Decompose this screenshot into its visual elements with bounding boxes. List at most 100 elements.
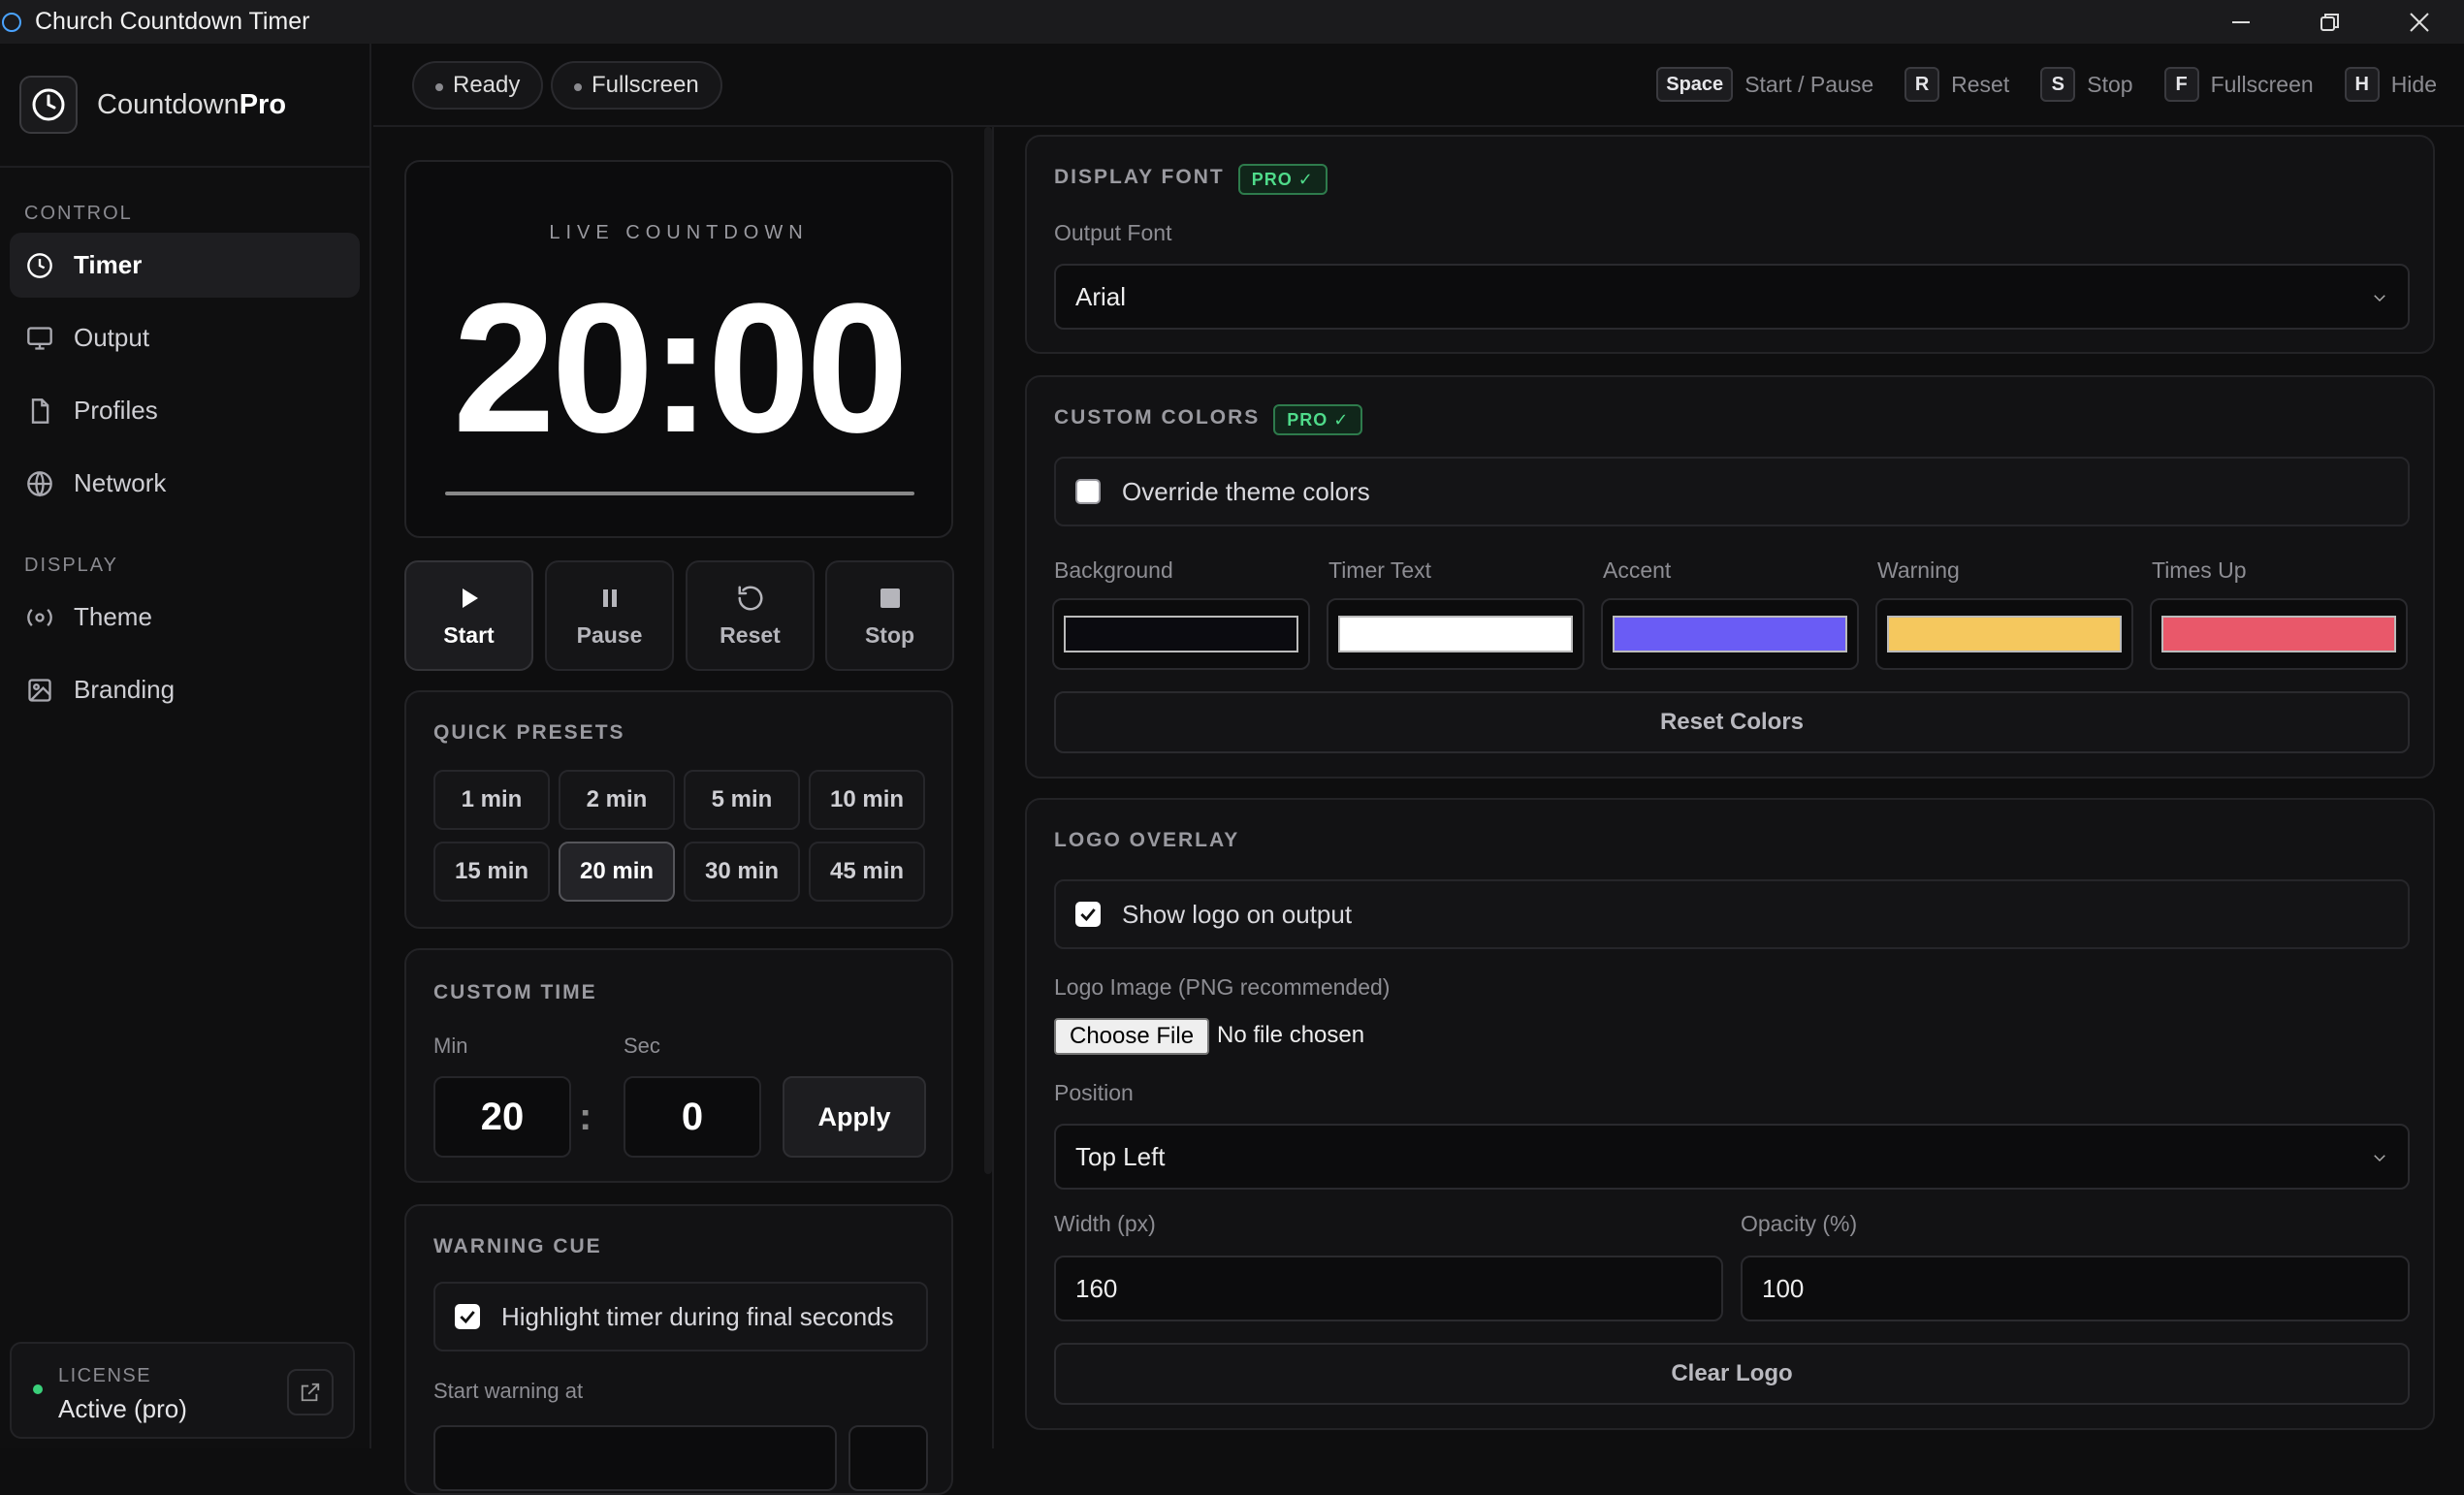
- pro-badge: PRO ✓: [1273, 404, 1363, 435]
- shortcut-key-space: Space: [1656, 67, 1734, 102]
- sidebar-item-label: Profiles: [74, 396, 158, 425]
- title-bar: Church Countdown Timer: [0, 0, 2464, 44]
- checkmark-icon: [1080, 908, 1096, 922]
- sidebar-item-timer[interactable]: Timer: [10, 233, 360, 298]
- times-up-color-picker[interactable]: [2150, 598, 2408, 670]
- sidebar-item-profiles[interactable]: Profiles: [10, 378, 360, 443]
- sidebar-item-label: Branding: [74, 675, 176, 704]
- preset-button[interactable]: 5 min: [684, 770, 800, 830]
- fullscreen-pill[interactable]: Fullscreen: [551, 61, 722, 110]
- license-open-button[interactable]: [287, 1369, 334, 1415]
- left-pane-scrollbar[interactable]: [984, 127, 992, 1174]
- start-warning-unit[interactable]: [848, 1425, 928, 1491]
- minutes-input[interactable]: 20: [433, 1076, 571, 1158]
- start-button[interactable]: Start: [404, 560, 533, 671]
- override-theme-colors-checkbox[interactable]: [1075, 479, 1101, 504]
- opacity-input[interactable]: 100: [1741, 1256, 2410, 1321]
- accent-color-swatch: [1613, 616, 1847, 652]
- show-logo-row[interactable]: Show logo on output: [1054, 879, 2410, 949]
- timer-text-color-picker[interactable]: [1327, 598, 1584, 670]
- show-logo-checkbox[interactable]: [1075, 902, 1101, 927]
- minimize-button[interactable]: [2196, 0, 2286, 44]
- custom-colors-header: CUSTOM COLORS PRO ✓: [1054, 404, 1363, 435]
- accent-color-picker[interactable]: [1601, 598, 1859, 670]
- choose-file-button[interactable]: Choose File: [1054, 1018, 1210, 1055]
- sidebar-item-label: Network: [74, 468, 167, 497]
- brand-name: CountdownPro: [97, 89, 286, 121]
- shortcut-label: Hide: [2390, 71, 2437, 97]
- status-pill: Ready: [412, 61, 544, 110]
- preset-button[interactable]: 2 min: [559, 770, 675, 830]
- preset-button[interactable]: 15 min: [433, 842, 550, 902]
- image-icon: [28, 678, 51, 702]
- minimize-icon: [2232, 20, 2250, 23]
- app-icon: [2, 12, 21, 32]
- preset-button[interactable]: 45 min: [809, 842, 925, 902]
- countdown-progress-bar: [445, 492, 914, 495]
- highlight-final-seconds-row[interactable]: Highlight timer during final seconds: [433, 1282, 928, 1352]
- clear-logo-button[interactable]: Clear Logo: [1054, 1343, 2410, 1405]
- opacity-label: Opacity (%): [1741, 1211, 1858, 1236]
- reset-button[interactable]: Reset: [686, 560, 815, 671]
- custom-time-card: CUSTOM TIME Min Sec 20 : 0 Apply: [404, 948, 953, 1183]
- quick-presets-card: QUICK PRESETS 1 min 2 min 5 min 10 min 1…: [404, 690, 953, 929]
- close-button[interactable]: [2375, 0, 2464, 44]
- external-link-icon: [301, 1383, 320, 1402]
- warning-color-swatch: [1887, 616, 2122, 652]
- sidebar-item-network[interactable]: Network: [10, 451, 360, 516]
- live-countdown-card: LIVE COUNTDOWN 20:00: [404, 160, 953, 538]
- pause-button[interactable]: Pause: [545, 560, 674, 671]
- width-input[interactable]: 160: [1054, 1256, 1723, 1321]
- restore-button[interactable]: [2286, 0, 2375, 44]
- warning-color-picker[interactable]: [1875, 598, 2133, 670]
- preset-button-active[interactable]: 20 min: [559, 842, 675, 902]
- license-status-dot: [33, 1384, 43, 1394]
- start-label: Start: [443, 621, 495, 648]
- start-warning-input[interactable]: [433, 1425, 837, 1491]
- highlight-final-seconds-label: Highlight timer during final seconds: [501, 1301, 894, 1331]
- swatch-label-accent: Accent: [1603, 557, 1672, 583]
- section-label-control: CONTROL: [24, 203, 133, 224]
- sidebar-item-label: Output: [74, 323, 150, 352]
- timer-text-color-swatch: [1338, 616, 1573, 652]
- file-status-text: No file chosen: [1217, 1022, 1365, 1048]
- brand-prefix: Countdown: [97, 88, 240, 120]
- pro-badge: PRO ✓: [1237, 164, 1328, 195]
- background-color-swatch: [1064, 616, 1298, 652]
- preset-button[interactable]: 30 min: [684, 842, 800, 902]
- position-select[interactable]: Top Left: [1054, 1124, 2410, 1190]
- stop-label: Stop: [864, 621, 915, 648]
- logo-overlay-card: LOGO OVERLAY Show logo on output Logo Im…: [1025, 798, 2435, 1430]
- license-label: LICENSE: [58, 1365, 152, 1386]
- checkmark-icon: [460, 1311, 475, 1324]
- shortcut-label: Stop: [2087, 71, 2133, 97]
- swatch-label-warning: Warning: [1877, 557, 1960, 583]
- sidebar-item-branding[interactable]: Branding: [10, 657, 360, 722]
- background-color-picker[interactable]: [1052, 598, 1310, 670]
- pause-icon: [602, 588, 617, 607]
- shortcut-key-fullscreen: F: [2163, 67, 2199, 102]
- countdown-time: 20:00: [453, 266, 909, 471]
- apply-button[interactable]: Apply: [783, 1076, 926, 1158]
- stop-button[interactable]: Stop: [825, 560, 954, 671]
- custom-colors-card: CUSTOM COLORS PRO ✓ Override theme colors…: [1025, 375, 2435, 779]
- display-font-header: DISPLAY FONT PRO ✓: [1054, 164, 1328, 195]
- sidebar-item-theme[interactable]: Theme: [10, 585, 360, 650]
- highlight-final-seconds-checkbox[interactable]: [455, 1304, 480, 1329]
- times-up-color-swatch: [2161, 616, 2396, 652]
- reset-colors-button[interactable]: Reset Colors: [1054, 691, 2410, 753]
- preset-button[interactable]: 10 min: [809, 770, 925, 830]
- warning-cue-title: WARNING CUE: [433, 1235, 602, 1257]
- output-font-select[interactable]: Arial: [1054, 264, 2410, 330]
- stop-icon: [880, 588, 900, 608]
- sidebar-item-output[interactable]: Output: [10, 305, 360, 370]
- preset-button[interactable]: 1 min: [433, 770, 550, 830]
- brand-logo: [19, 76, 78, 134]
- quick-presets-title: QUICK PRESETS: [433, 721, 625, 744]
- override-theme-colors-row[interactable]: Override theme colors: [1054, 457, 2410, 526]
- minutes-label: Min: [433, 1034, 468, 1058]
- clock-icon: [27, 252, 52, 278]
- reset-label: Reset: [720, 621, 781, 648]
- seconds-input[interactable]: 0: [624, 1076, 761, 1158]
- live-countdown-label: LIVE COUNTDOWN: [549, 222, 809, 243]
